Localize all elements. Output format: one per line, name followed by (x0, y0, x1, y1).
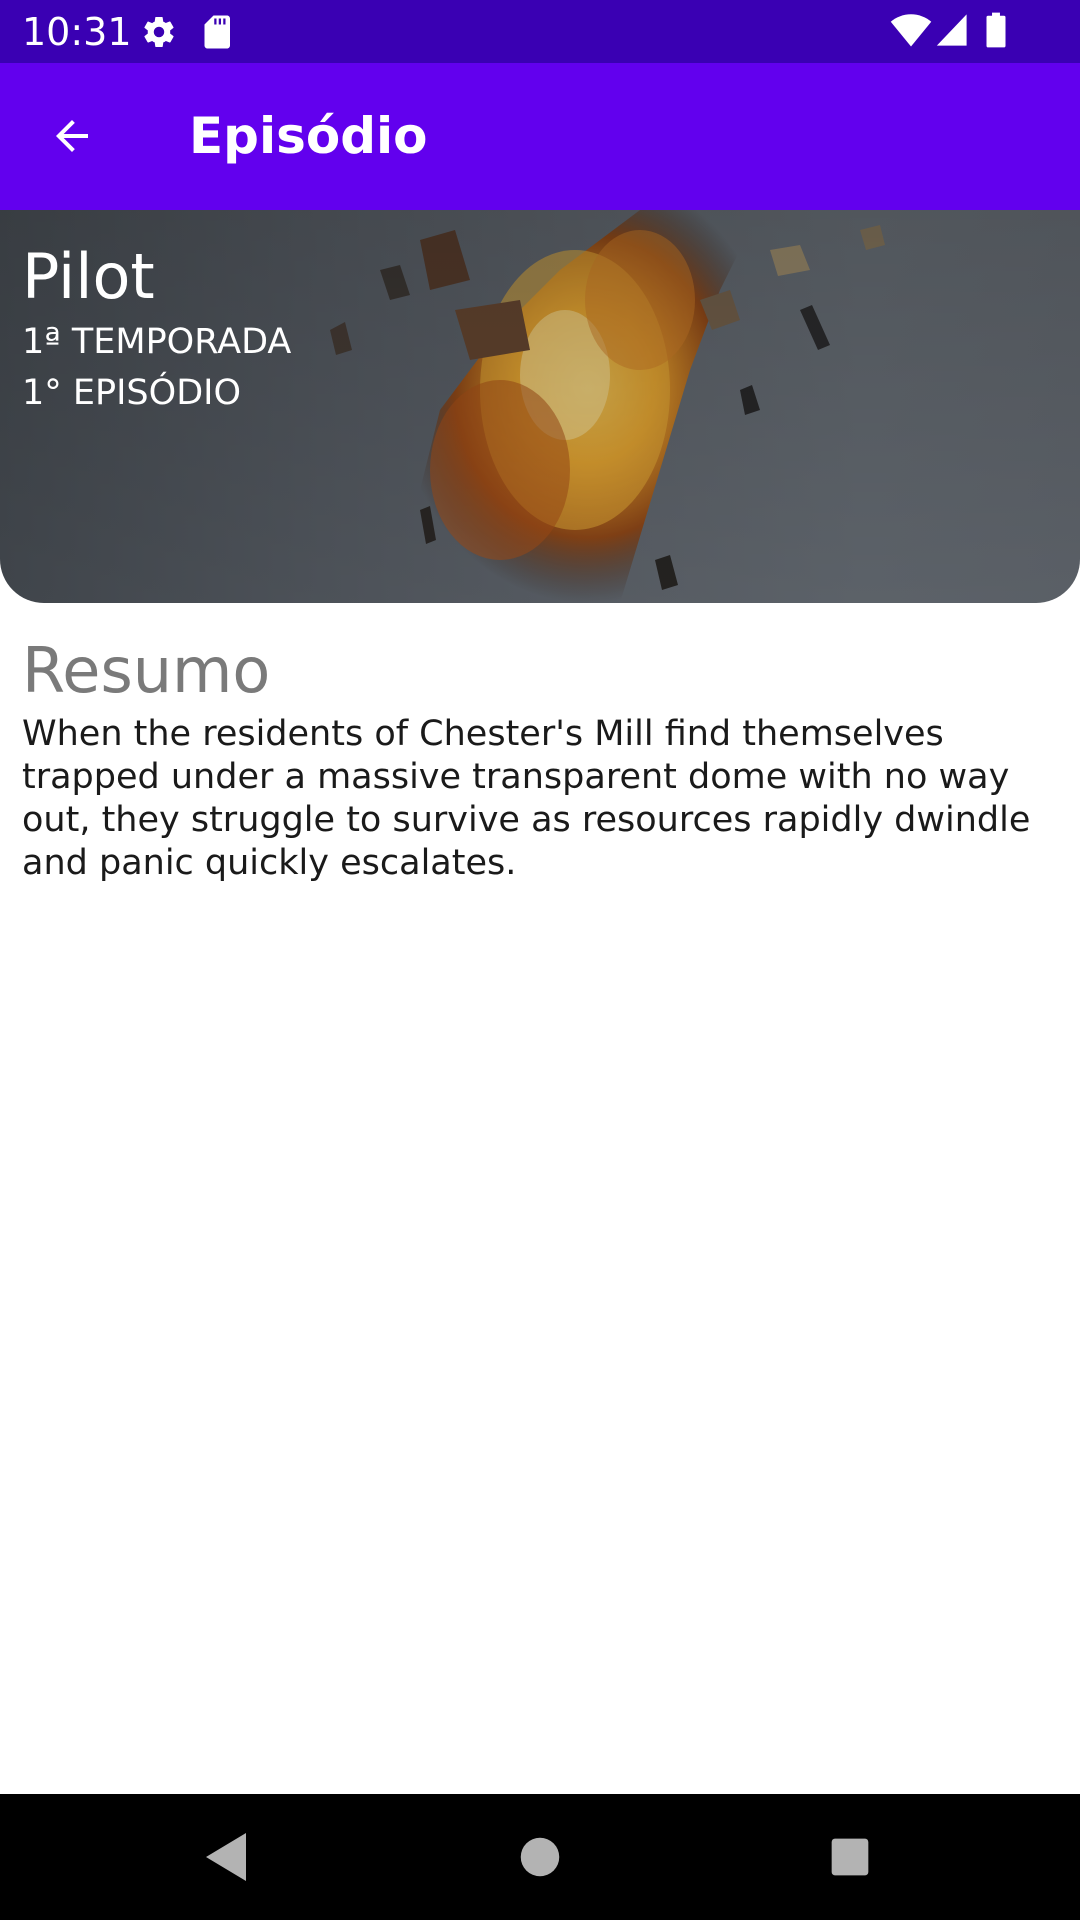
episode-header-card: Pilot 1ª TEMPORADA 1° EPISÓDIO (0, 210, 1080, 603)
back-triangle-icon (206, 1833, 246, 1881)
page-title: Episódio (189, 107, 428, 165)
gear-icon (141, 14, 177, 55)
summary-heading: Resumo (22, 634, 271, 707)
signal-icon (934, 12, 968, 53)
status-time: 10:31 (22, 10, 132, 54)
nav-home-button[interactable] (500, 1817, 580, 1897)
sd-card-icon (202, 14, 234, 55)
episode-title: Pilot (22, 240, 155, 313)
nav-back-button[interactable] (186, 1817, 266, 1897)
battery-icon (984, 11, 1008, 54)
episode-number: 1° EPISÓDIO (22, 373, 242, 413)
arrow-left-icon (56, 120, 88, 152)
nav-recents-button[interactable] (810, 1817, 890, 1897)
status-bar: 10:31 (0, 0, 1080, 63)
back-button[interactable] (34, 98, 110, 174)
home-circle-icon (520, 1837, 560, 1877)
episode-season: 1ª TEMPORADA (22, 322, 292, 362)
episode-screen: 10:31 Episódio Pilot 1ª TEMPORADA 1° EPI… (0, 0, 1080, 1920)
summary-text: When the residents of Chester's Mill fin… (22, 714, 1031, 883)
recents-square-icon (831, 1838, 869, 1876)
wifi-icon (890, 12, 932, 53)
system-nav-bar (0, 1794, 1080, 1920)
app-bar: Episódio (0, 63, 1080, 210)
